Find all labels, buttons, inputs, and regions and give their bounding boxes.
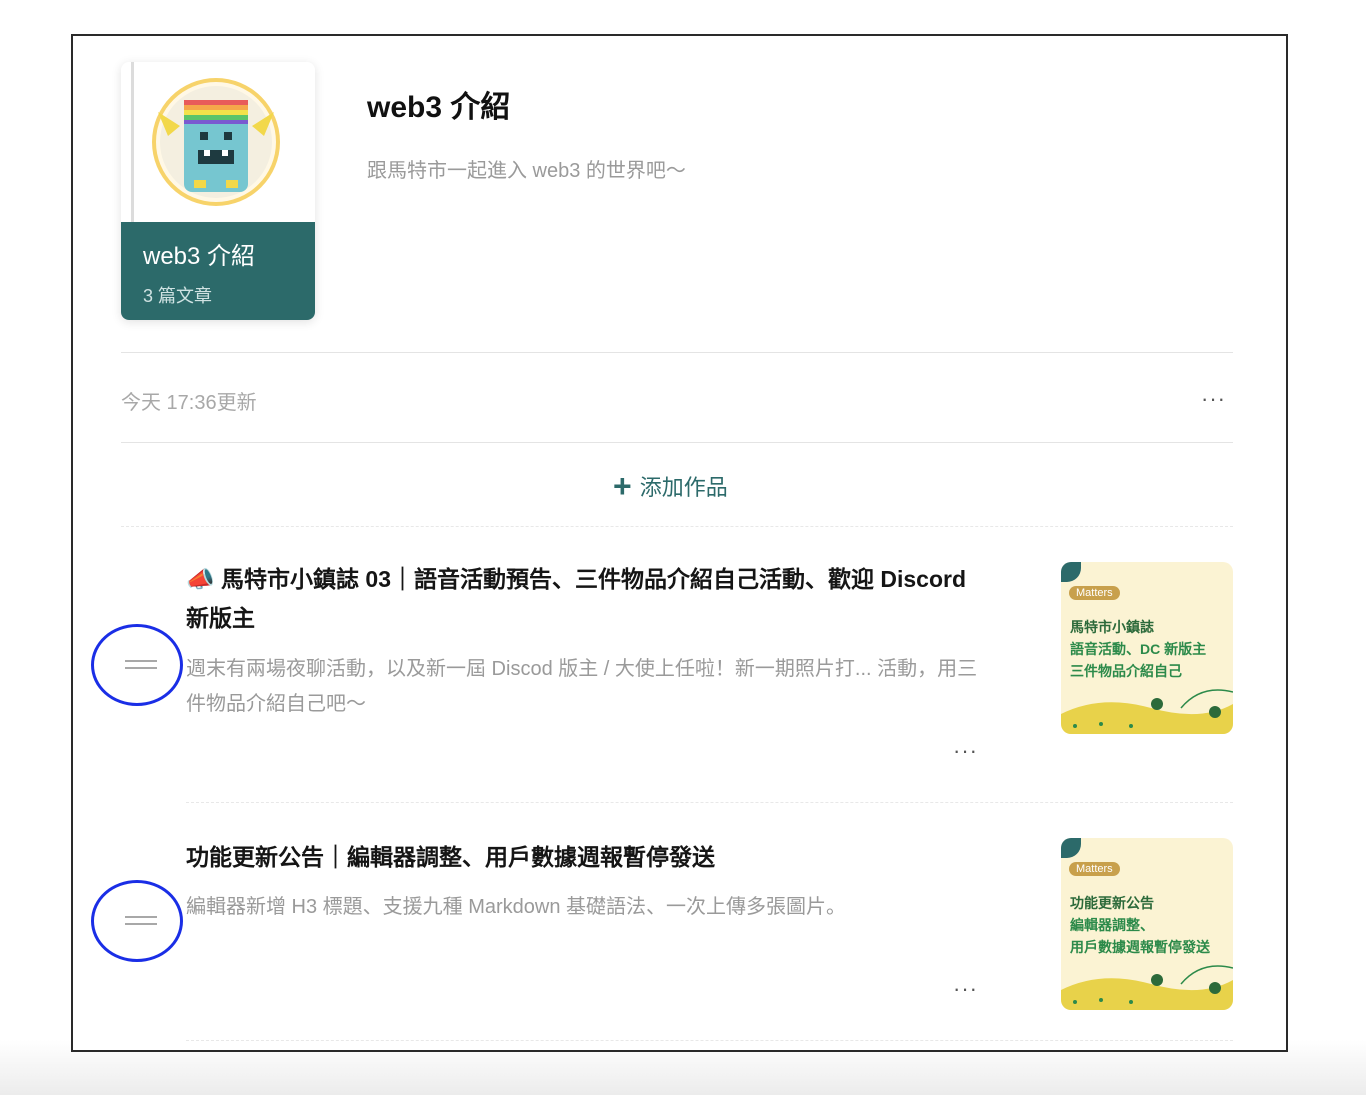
collection-title: web3 介紹 [367, 91, 511, 124]
thumbnail-badge: Matters [1069, 586, 1120, 600]
leaf-icon [1061, 562, 1081, 582]
divider [121, 526, 1233, 527]
divider [186, 1040, 1233, 1041]
cover-article-count: 3 篇文章 [143, 286, 213, 306]
thumbnail-line: 編輯器調整、 [1070, 917, 1154, 933]
article-thumbnail[interactable]: Matters 馬特市小鎮誌 語音活動、DC 新版主 三件物品介紹自己 [1061, 562, 1233, 734]
cover-info-bar: web3 介紹 3 篇文章 [121, 222, 315, 320]
divider [121, 352, 1233, 353]
thumbnail-line: 馬特市小鎮誌 [1070, 619, 1154, 635]
plus-icon: + [613, 468, 632, 504]
thumbnail-line: 語音活動、DC 新版主 [1070, 641, 1207, 657]
hill-illustration-icon [1061, 689, 1233, 734]
article-thumbnail[interactable]: Matters 功能更新公告 編輯器調整、 用戶數據週報暫停發送 [1061, 838, 1233, 1010]
article-summary: 週末有兩場夜聊活動，以及新一屆 Discod 版主 / 大使上任啦！新一期照片打… [186, 658, 978, 715]
hill-illustration-icon [1061, 965, 1233, 1010]
collection-more-button[interactable]: ··· [1201, 388, 1226, 410]
drag-handle[interactable] [89, 878, 189, 968]
divider [121, 442, 1233, 443]
article-more-button[interactable]: ··· [953, 978, 978, 1000]
article-more-button[interactable]: ··· [953, 740, 978, 762]
thumbnail-text: 功能更新公告 編輯器調整、 用戶數據週報暫停發送 [1070, 892, 1210, 958]
thumbnail-text: 馬特市小鎮誌 語音活動、DC 新版主 三件物品介紹自己 [1070, 616, 1206, 682]
add-work-button[interactable]: + 添加作品 [613, 470, 728, 502]
drag-handle[interactable] [89, 622, 189, 712]
article-summary: 編輯器新增 H3 標題、支援九種 Markdown 基礎語法、一次上傳多張圖片。 [186, 896, 847, 918]
drag-handle-icon [125, 660, 157, 674]
thumbnail-line: 功能更新公告 [1070, 895, 1154, 911]
leaf-icon [1061, 838, 1081, 858]
article-title[interactable]: 功能更新公告｜編輯器調整、用戶數據週報暫停發送 [186, 838, 986, 877]
thumbnail-badge: Matters [1069, 862, 1120, 876]
cover-spine [131, 62, 134, 222]
monster-avatar-icon [152, 78, 280, 206]
add-work-label: 添加作品 [639, 475, 728, 500]
divider [186, 802, 1233, 803]
drag-handle-icon [125, 916, 157, 930]
article-title[interactable]: 📣 馬特市小鎮誌 03｜語音活動預告、三件物品介紹自己活動、歡迎 Discord… [186, 560, 986, 638]
collection-description: 跟馬特市一起進入 web3 的世界吧～ [367, 160, 686, 182]
collection-panel: web3 介紹 3 篇文章 web3 介紹 跟馬特市一起進入 web3 的世界吧… [71, 34, 1288, 1052]
collection-cover[interactable]: web3 介紹 3 篇文章 [121, 62, 315, 320]
cover-title: web3 介紹 [143, 243, 256, 270]
updated-timestamp: 今天 17:36更新 [121, 392, 257, 414]
